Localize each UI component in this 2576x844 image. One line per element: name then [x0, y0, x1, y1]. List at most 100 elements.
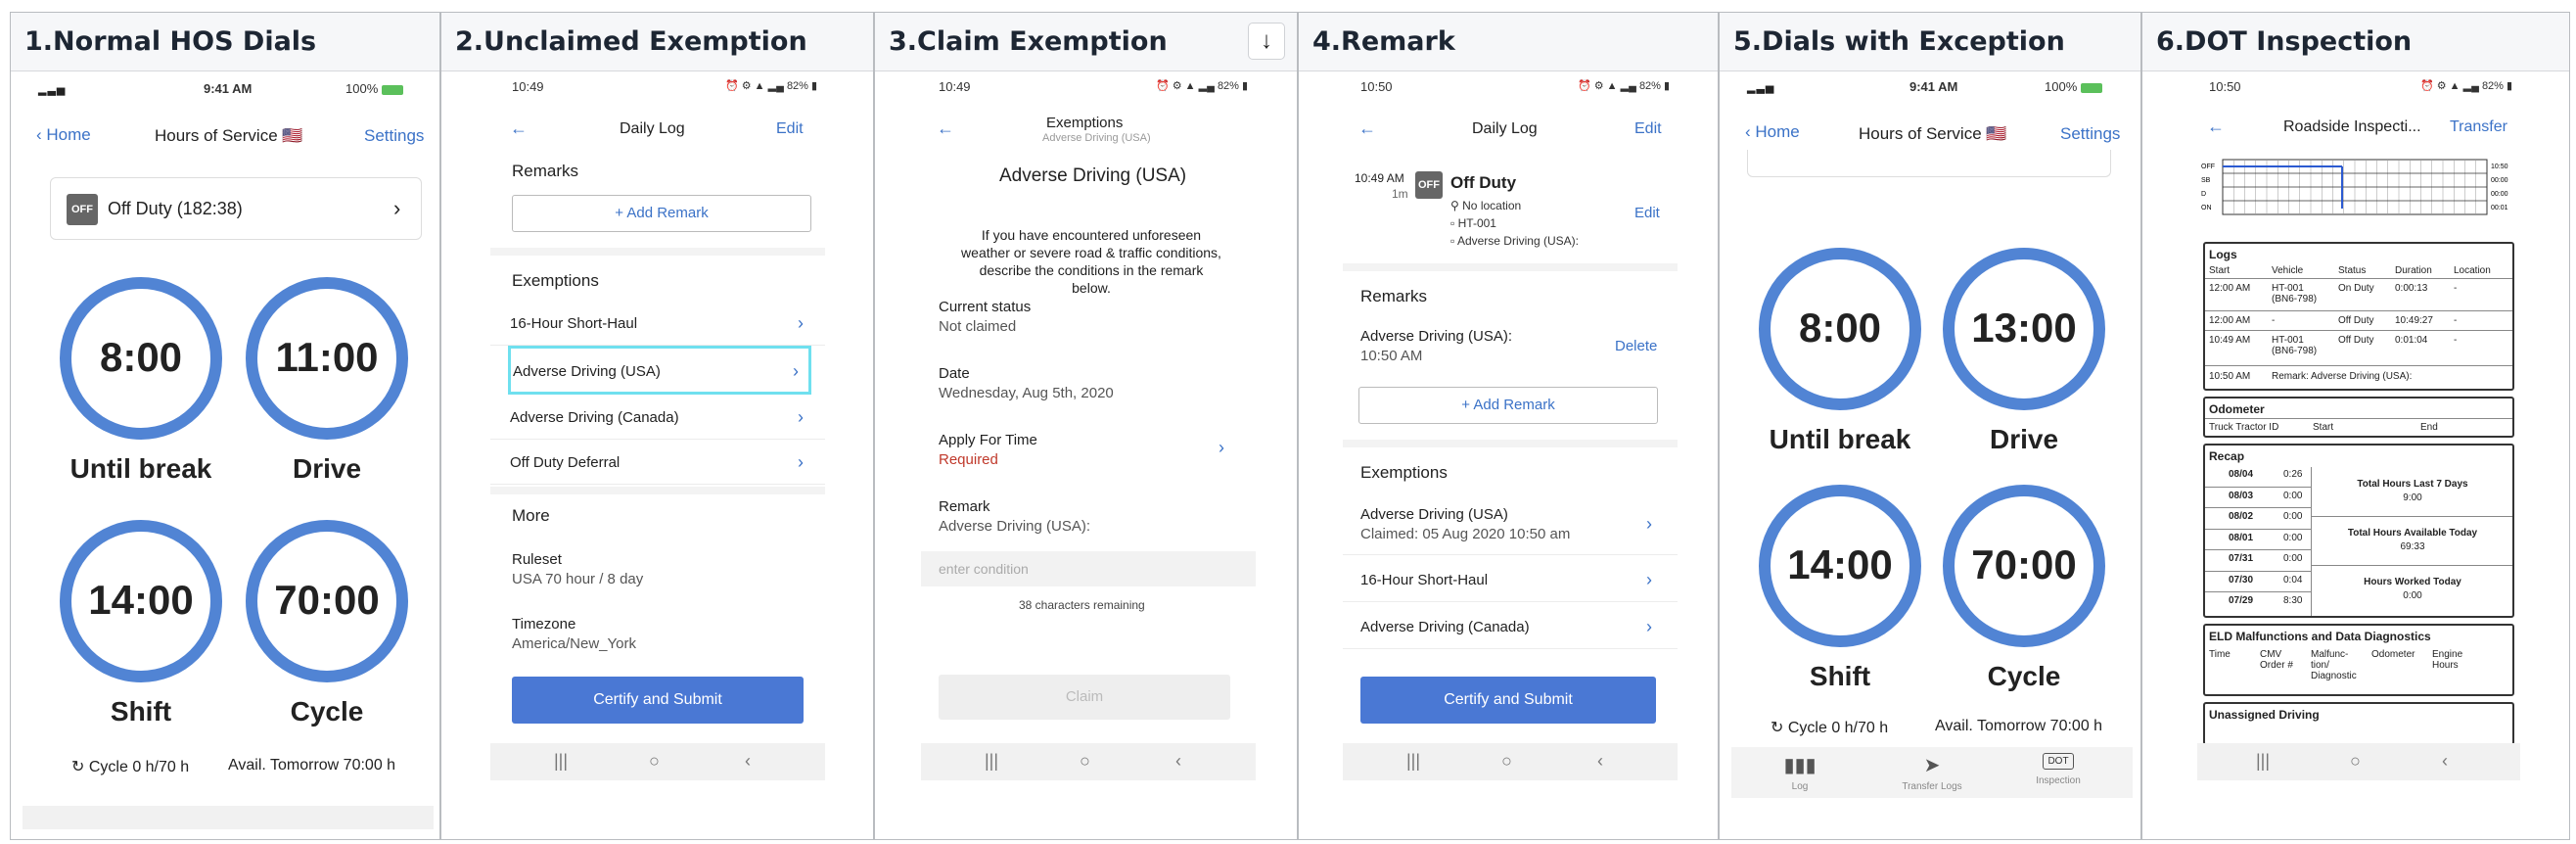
timezone-value: America/New_York: [512, 635, 636, 652]
claim-button[interactable]: Claim: [939, 675, 1230, 720]
add-remark-button[interactable]: + Add Remark: [512, 195, 811, 232]
grid-total-off: 10:50: [2491, 164, 2508, 170]
grid-row-sb: SB: [2201, 177, 2211, 184]
tab-inspection[interactable]: DOT Inspection: [2029, 753, 2088, 786]
exemption-label: 16-Hour Short-Haul: [1360, 572, 1489, 588]
delete-remark-button[interactable]: Delete: [1615, 338, 1657, 354]
back-arrow-icon[interactable]: ←: [1358, 118, 1376, 139]
bar-chart-icon: ▮▮▮: [1783, 755, 1817, 776]
exemptions-header: Exemptions: [512, 271, 599, 290]
back-arrow-icon[interactable]: ←: [2207, 117, 2225, 137]
status-battery: 100%: [345, 81, 403, 96]
paper-plane-icon: ➤: [1923, 755, 1941, 776]
divider: [2205, 591, 2311, 592]
panel-title: 2.Unclaimed Exemption: [441, 13, 873, 71]
back-nav-icon[interactable]: ‹: [1175, 751, 1181, 772]
logs-col-duration: Duration: [2395, 265, 2432, 276]
exemption-label: Off Duty Deferral: [510, 454, 621, 471]
transfer-button[interactable]: Transfer: [2450, 118, 2507, 136]
phone-screen: ▂▃▅ 9:41 AM 100% ‹ Home Hours of Service…: [1731, 71, 2133, 829]
recap-hours: 8:30: [2283, 595, 2303, 606]
entry-detail: HT-001: [1457, 216, 1496, 230]
recents-icon[interactable]: |||: [985, 751, 998, 772]
duty-status-card-partial[interactable]: [1747, 150, 2111, 177]
dial-cycle: 70:00: [1943, 485, 2105, 647]
more-header: More: [512, 506, 550, 525]
recap-hours: 0:00: [2283, 553, 2303, 564]
chevron-right-icon: ›: [1646, 514, 1652, 534]
tab-log[interactable]: ▮▮▮ Log: [1780, 753, 1819, 792]
home-circle-icon[interactable]: ○: [2350, 751, 2361, 772]
status-battery: 100%: [2045, 79, 2102, 94]
chevron-left-icon: ‹: [1745, 122, 1751, 141]
exemption-label: 16-Hour Short-Haul: [510, 315, 638, 332]
logs-r2-location: -: [2454, 315, 2458, 326]
certify-submit-button[interactable]: Certify and Submit: [512, 677, 804, 724]
recents-icon[interactable]: |||: [554, 751, 568, 772]
grid-row-on: ON: [2201, 205, 2212, 211]
current-status-value: Not claimed: [939, 318, 1017, 335]
screenshot-collage: 1.Normal HOS Dials ▂▃▅ 9:41 AM 100% ‹ Ho…: [0, 0, 2576, 844]
exemption-row-adverse-canada[interactable]: Adverse Driving (Canada) ›: [1343, 604, 1678, 649]
back-button[interactable]: ‹ Home: [36, 125, 91, 145]
back-button[interactable]: ‹ Home: [1745, 122, 1800, 142]
entry-detail-remark: ▫ Adverse Driving (USA):: [1450, 234, 1579, 248]
exemption-row-adverse-canada[interactable]: Adverse Driving (Canada) ›: [490, 395, 825, 440]
logs-remark-text: Remark: Adverse Driving (USA):: [2272, 371, 2413, 382]
cycle-summary: ↻ Cycle 0 h/70 h: [1771, 718, 1888, 737]
eld-col-engine: Engine Hours: [2432, 649, 2463, 671]
recents-icon[interactable]: |||: [2256, 751, 2270, 772]
back-nav-icon[interactable]: ‹: [745, 751, 751, 772]
edit-button[interactable]: Edit: [1634, 120, 1662, 138]
logs-col-start: Start: [2209, 265, 2231, 276]
ruleset-value: USA 70 hour / 8 day: [512, 571, 644, 587]
recap-hours: 0:00: [2283, 490, 2303, 501]
off-duty-badge: OFF: [1415, 171, 1443, 199]
remarks-header: Remarks: [512, 162, 579, 180]
logs-r3-vehicle: HT-001 (BN6-798): [2272, 335, 2318, 356]
exemption-row-adverse-usa[interactable]: Adverse Driving (USA) ›: [508, 346, 811, 395]
exemption-row-off-duty-deferral[interactable]: Off Duty Deferral ›: [490, 440, 825, 485]
recents-icon[interactable]: |||: [1406, 751, 1420, 772]
exemption-row-short-haul[interactable]: 16-Hour Short-Haul ›: [1343, 557, 1678, 602]
recap-date: 07/29: [2229, 595, 2254, 606]
edit-button[interactable]: Edit: [776, 120, 804, 138]
recap-total-label-worked: Hours Worked Today: [2364, 577, 2461, 587]
panel-dot-inspection: 6.DOT Inspection 10:50 ⏰ ⚙ ▲ ▂▄ 82% ▮ ← …: [2141, 12, 2570, 840]
entry-edit-button[interactable]: Edit: [1634, 205, 1660, 221]
duty-log-grid: OFF SB D ON 10:50 00:00 00:00 00:01: [2201, 159, 2508, 215]
duty-status-card[interactable]: OFF Off Duty (182:38) ›: [50, 177, 422, 240]
android-navbar: ||| ○ ‹: [921, 743, 1256, 780]
back-nav-icon[interactable]: ‹: [2442, 751, 2448, 772]
divider: [2311, 516, 2512, 517]
settings-link[interactable]: Settings: [364, 126, 424, 146]
phone-screen: 10:49 ⏰ ⚙ ▲ ▂▄ 82% ▮ ← Daily Log Edit Re…: [490, 71, 825, 829]
condition-input[interactable]: enter condition: [921, 551, 1256, 586]
back-arrow-icon[interactable]: ←: [937, 118, 954, 139]
home-circle-icon[interactable]: ○: [649, 751, 660, 772]
back-nav-icon[interactable]: ‹: [1597, 751, 1603, 772]
date-value: Wednesday, Aug 5th, 2020: [939, 385, 1114, 401]
dial-label-cycle: Cycle: [290, 696, 364, 727]
certify-submit-button[interactable]: Certify and Submit: [1360, 677, 1656, 724]
phone-screen: 10:50 ⏰ ⚙ ▲ ▂▄ 82% ▮ ← Roadside Inspecti…: [2197, 71, 2520, 829]
apply-time-row[interactable]: Apply For Time Required ›: [921, 426, 1256, 479]
battery-icon: ▮: [2507, 80, 2513, 92]
back-arrow-icon[interactable]: ←: [510, 118, 528, 139]
exemption-row-short-haul[interactable]: 16-Hour Short-Haul ›: [490, 301, 825, 346]
android-navbar: ||| ○ ‹: [2197, 743, 2520, 780]
settings-link[interactable]: Settings: [2060, 124, 2120, 144]
logs-r2-start: 12:00 AM: [2209, 315, 2251, 326]
battery-icon: [381, 84, 403, 95]
home-circle-icon[interactable]: ○: [1501, 751, 1512, 772]
exemption-row-adverse-usa[interactable]: Adverse Driving (USA) Claimed: 05 Aug 20…: [1343, 500, 1678, 555]
tab-transfer-logs[interactable]: ➤ Transfer Logs: [1898, 753, 1966, 792]
logs-r3-duration: 0:01:04: [2395, 335, 2428, 346]
timezone-label: Timezone: [512, 616, 576, 633]
cycle-text: Cycle 0 h/70 h: [88, 759, 190, 775]
divider: [490, 487, 825, 494]
add-remark-button[interactable]: + Add Remark: [1358, 387, 1658, 424]
chars-remaining: 38 characters remaining: [1019, 598, 1145, 612]
download-icon[interactable]: ↓: [1248, 23, 1285, 60]
home-circle-icon[interactable]: ○: [1080, 751, 1090, 772]
